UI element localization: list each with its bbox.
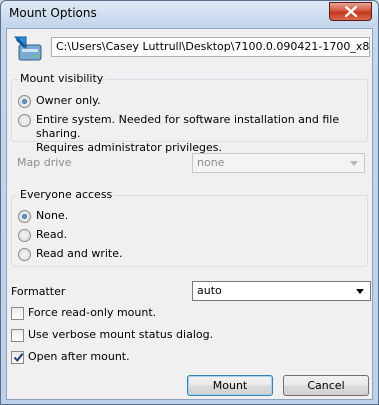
everyone-access-group: Everyone access None. Read. Read and wri…: [11, 188, 368, 267]
entire-system-option[interactable]: Entire system. Needed for software insta…: [18, 113, 363, 155]
open-after-option[interactable]: Open after mount.: [11, 350, 130, 364]
owner-only-option[interactable]: Owner only.: [18, 94, 101, 108]
access-none-option[interactable]: None.: [18, 209, 68, 223]
mount-visibility-legend: Mount visibility: [18, 72, 106, 86]
entire-system-radio[interactable]: [18, 114, 31, 127]
everyone-access-legend: Everyone access: [18, 188, 115, 202]
entire-system-label-line1: Entire system. Needed for software insta…: [36, 113, 340, 140]
drive-shortcut-icon: [13, 36, 42, 61]
mount-button[interactable]: Mount: [187, 375, 273, 396]
title-bar[interactable]: Mount Options: [1, 1, 378, 27]
verbose-status-checkbox[interactable]: [11, 329, 24, 342]
cancel-button[interactable]: Cancel: [283, 375, 369, 396]
dialog-body: C:\Users\Casey Luttrull\Desktop\7100.0.0…: [6, 28, 373, 400]
force-read-only-checkbox[interactable]: [11, 307, 24, 320]
chevron-down-icon: [353, 284, 367, 298]
map-drive-label: Map drive: [17, 156, 72, 169]
close-icon: [344, 6, 357, 17]
access-read-write-label: Read and write.: [36, 247, 123, 260]
file-path-field[interactable]: C:\Users\Casey Luttrull\Desktop\7100.0.0…: [51, 37, 370, 57]
map-drive-value: none: [197, 156, 225, 169]
mount-options-window: Mount Options C:\Users\Casey Luttrull\De…: [0, 0, 379, 405]
access-read-radio[interactable]: [18, 229, 31, 242]
access-none-radio[interactable]: [18, 210, 31, 223]
entire-system-label: Entire system. Needed for software insta…: [36, 113, 363, 155]
owner-only-radio[interactable]: [18, 95, 31, 108]
formatter-value: auto: [197, 284, 222, 297]
force-read-only-label: Force read-only mount.: [28, 306, 157, 319]
open-after-checkbox[interactable]: [11, 351, 24, 364]
access-read-label: Read.: [36, 228, 68, 241]
access-none-label: None.: [36, 209, 69, 222]
access-read-write-option[interactable]: Read and write.: [18, 247, 122, 261]
open-after-label: Open after mount.: [28, 350, 130, 363]
owner-only-label: Owner only.: [36, 94, 101, 107]
map-drive-select[interactable]: none: [192, 153, 365, 173]
force-read-only-option[interactable]: Force read-only mount.: [11, 306, 156, 320]
formatter-label: Formatter: [11, 285, 66, 298]
verbose-status-option[interactable]: Use verbose mount status dialog.: [11, 328, 213, 342]
access-read-write-radio[interactable]: [18, 248, 31, 261]
formatter-select[interactable]: auto: [192, 281, 371, 301]
chevron-down-icon: [347, 156, 361, 170]
close-button[interactable]: [329, 2, 372, 21]
window-title: Mount Options: [9, 6, 97, 20]
checkmark-icon: [13, 353, 24, 363]
verbose-status-label: Use verbose mount status dialog.: [28, 328, 214, 341]
mount-visibility-group: Mount visibility Owner only. Entire syst…: [11, 72, 368, 154]
access-read-option[interactable]: Read.: [18, 228, 67, 242]
